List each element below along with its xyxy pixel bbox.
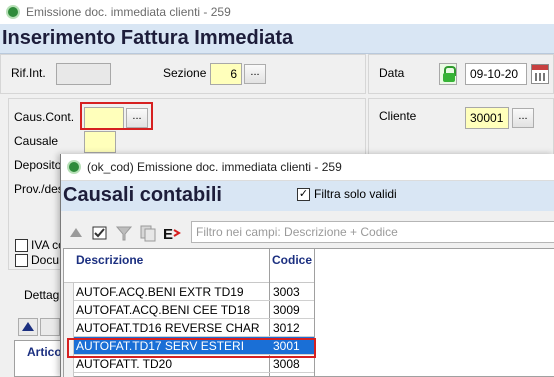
sezione-field[interactable]: 6 (210, 63, 242, 85)
arrow-up-icon (22, 322, 34, 331)
column-header-codice[interactable]: Codice (272, 253, 312, 267)
table-row[interactable]: AUTOFAT.ACQ.BENI CEE TD18 3009 (74, 301, 314, 319)
top-panel: Rif.Int. Sezione 6 ... (0, 54, 366, 94)
checklist-button[interactable] (89, 222, 111, 244)
checklist-icon (92, 226, 107, 240)
page-header: Inserimento Fattura Immediata (0, 24, 554, 54)
iva-checkbox[interactable] (15, 239, 28, 252)
page-title: Inserimento Fattura Immediata (2, 27, 294, 49)
cell-codice: 3009 (273, 303, 300, 317)
causali-popup: (ok_cod) Emissione doc. immediata client… (60, 154, 554, 377)
caus-cont-label: Caus.Cont. (14, 110, 75, 124)
search-input[interactable]: Filtro nei campi: Descrizione + Codice (191, 221, 554, 243)
caus-cont-highlight (80, 102, 153, 130)
articoli-grid: Artico (14, 340, 64, 377)
cell-codice: 3012 (273, 321, 300, 335)
table-row[interactable]: AUTOF.ACQ.BENI EXTR TD19 3003 (74, 283, 314, 301)
cell-codice: 3003 (273, 285, 300, 299)
deposito-label: Deposito (14, 158, 62, 172)
popup-header: Causali contabili ✓ Filtra solo validi (61, 181, 554, 211)
docu-checkbox[interactable] (15, 254, 28, 267)
cell-descrizione: AUTOFAT.TD16 REVERSE CHAR (76, 321, 260, 335)
funnel-icon (115, 226, 133, 241)
triangle-up-icon (70, 228, 82, 237)
popup-title: Causali contabili (63, 184, 222, 206)
grid-header: Descrizione Codice (64, 249, 314, 283)
filter-button[interactable] (113, 222, 135, 244)
cell-descrizione: AUTOFATT. TD20 (76, 357, 173, 371)
data-field[interactable]: 09-10-20 (465, 63, 527, 85)
rif-int-label: Rif.Int. (11, 66, 46, 80)
move-up-button[interactable] (18, 318, 38, 336)
table-row[interactable]: AUTOFAT.TD16 REVERSE CHAR 3012 (74, 319, 314, 337)
lock-icon[interactable] (439, 63, 457, 85)
column-header-descrizione[interactable]: Descrizione (76, 253, 143, 267)
docu-label: Docu (31, 253, 60, 267)
tab-dettaglio[interactable]: Dettag (24, 288, 59, 302)
filtra-validi-label: Filtra solo validi (314, 187, 397, 201)
window-title: Emissione doc. immediata clienti - 259 (26, 5, 231, 19)
data-label: Data (379, 66, 405, 80)
filtra-validi-checkbox[interactable]: ✓ (297, 188, 310, 201)
sezione-label: Sezione (163, 66, 207, 80)
cell-descrizione: AUTOF.ACQ.BENI EXTR TD19 (76, 285, 244, 299)
articoli-header: Artico (27, 345, 62, 359)
popup-app-icon (67, 160, 81, 174)
cliente-field[interactable]: 30001 (465, 107, 509, 129)
cell-codice: 3008 (273, 357, 300, 371)
cliente-lookup-button[interactable]: ... (512, 108, 534, 128)
sezione-lookup-button[interactable]: ... (244, 64, 266, 84)
prov-des-label: Prov./des (14, 182, 64, 196)
copy-icon (140, 225, 156, 242)
export-icon: E (163, 226, 181, 243)
edit-list-button[interactable] (40, 318, 60, 336)
export-button[interactable]: E (161, 222, 183, 244)
copy-button[interactable] (137, 222, 159, 244)
cell-descrizione: AUTOFAT.ACQ.BENI CEE TD18 (76, 303, 251, 317)
causale-label: Causale (14, 134, 59, 148)
selected-row-highlight (67, 338, 316, 358)
cliente-label: Cliente (379, 109, 417, 123)
popup-toolbar: E Filtro nei campi: Descrizione + Codice (61, 217, 554, 247)
app-logo-icon (6, 5, 20, 19)
calendar-icon[interactable] (531, 64, 549, 84)
rif-int-field[interactable] (56, 63, 111, 85)
sort-up-button[interactable] (65, 222, 87, 244)
main-titlebar: Emissione doc. immediata clienti - 259 (0, 0, 554, 24)
svg-text:E: E (163, 226, 173, 243)
causale-field[interactable] (84, 131, 116, 153)
popup-window-title: (ok_cod) Emissione doc. immediata client… (87, 160, 342, 174)
data-panel: Data 09-10-20 (368, 54, 554, 94)
popup-titlebar: (ok_cod) Emissione doc. immediata client… (61, 154, 554, 181)
